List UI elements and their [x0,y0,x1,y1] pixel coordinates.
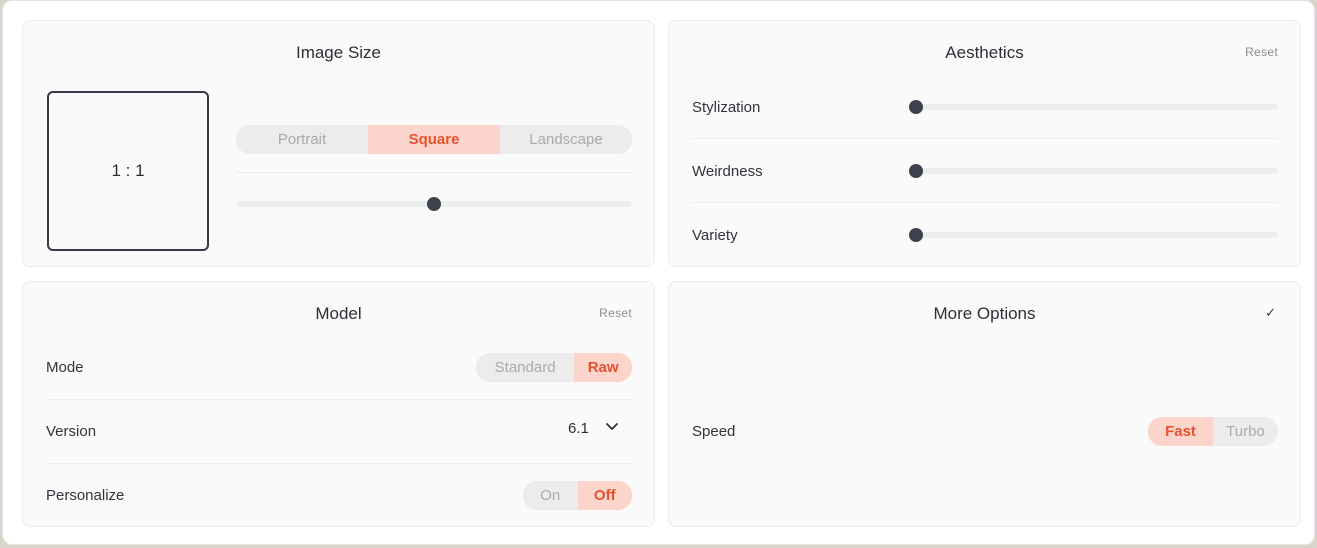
divider [236,172,632,173]
orientation-square[interactable]: Square [368,125,500,154]
speed-fast[interactable]: Fast [1148,417,1213,446]
stylization-label: Stylization [692,99,761,116]
mode-raw[interactable]: Raw [574,353,632,382]
aspect-ratio-preview: 1 : 1 [47,91,209,251]
stylization-slider-knob[interactable] [909,100,923,114]
speed-selector: Fast Turbo [1148,417,1278,446]
personalize-label: Personalize [46,487,125,504]
personalize-on[interactable]: On [523,481,578,510]
aesthetics-reset-button[interactable]: Reset [1245,45,1278,59]
image-size-title: Image Size [295,43,382,62]
checkmark-icon[interactable]: ✓ [1265,305,1276,321]
version-label: Version [46,423,97,440]
version-value[interactable]: 6.1 [568,420,589,437]
image-size-card: Image Size 1 : 1 Portrait Square Landsca… [22,20,655,267]
aesthetics-card: Aesthetics Reset Stylization Weirdness V… [668,20,1301,267]
divider [46,463,632,464]
variety-slider[interactable] [909,228,1278,242]
more-options-card: More Options ✓ Speed Fast Turbo [668,281,1301,527]
personalize-selector: On Off [523,481,632,510]
model-card: Model Reset Mode Standard Raw Version 6.… [22,281,655,527]
weirdness-label: Weirdness [692,163,763,180]
orientation-landscape[interactable]: Landscape [500,125,632,154]
personalize-off[interactable]: Off [577,481,632,510]
settings-panel: Image Size 1 : 1 Portrait Square Landsca… [2,0,1315,545]
variety-label: Variety [692,227,738,244]
orientation-selector: Portrait Square Landscape [236,125,632,154]
weirdness-slider-knob[interactable] [909,164,923,178]
aspect-ratio-slider-knob[interactable] [427,197,441,211]
mode-selector: Standard Raw [476,353,632,382]
speed-turbo[interactable]: Turbo [1213,417,1278,446]
stylization-slider[interactable] [909,100,1278,114]
speed-label: Speed [692,423,736,440]
mode-standard[interactable]: Standard [476,353,574,382]
aspect-ratio-slider[interactable] [236,197,632,211]
divider [692,138,1278,139]
divider [692,202,1278,203]
divider [46,399,632,400]
aspect-ratio-label: 1 : 1 [111,161,145,180]
more-options-title: More Options [933,304,1036,323]
mode-label: Mode [46,359,84,376]
model-title: Model [315,304,362,323]
aesthetics-title: Aesthetics [945,43,1024,62]
orientation-portrait[interactable]: Portrait [236,125,368,154]
weirdness-slider[interactable] [909,164,1278,178]
variety-slider-knob[interactable] [909,228,923,242]
chevron-down-icon[interactable] [605,422,619,432]
model-reset-button[interactable]: Reset [599,306,632,320]
